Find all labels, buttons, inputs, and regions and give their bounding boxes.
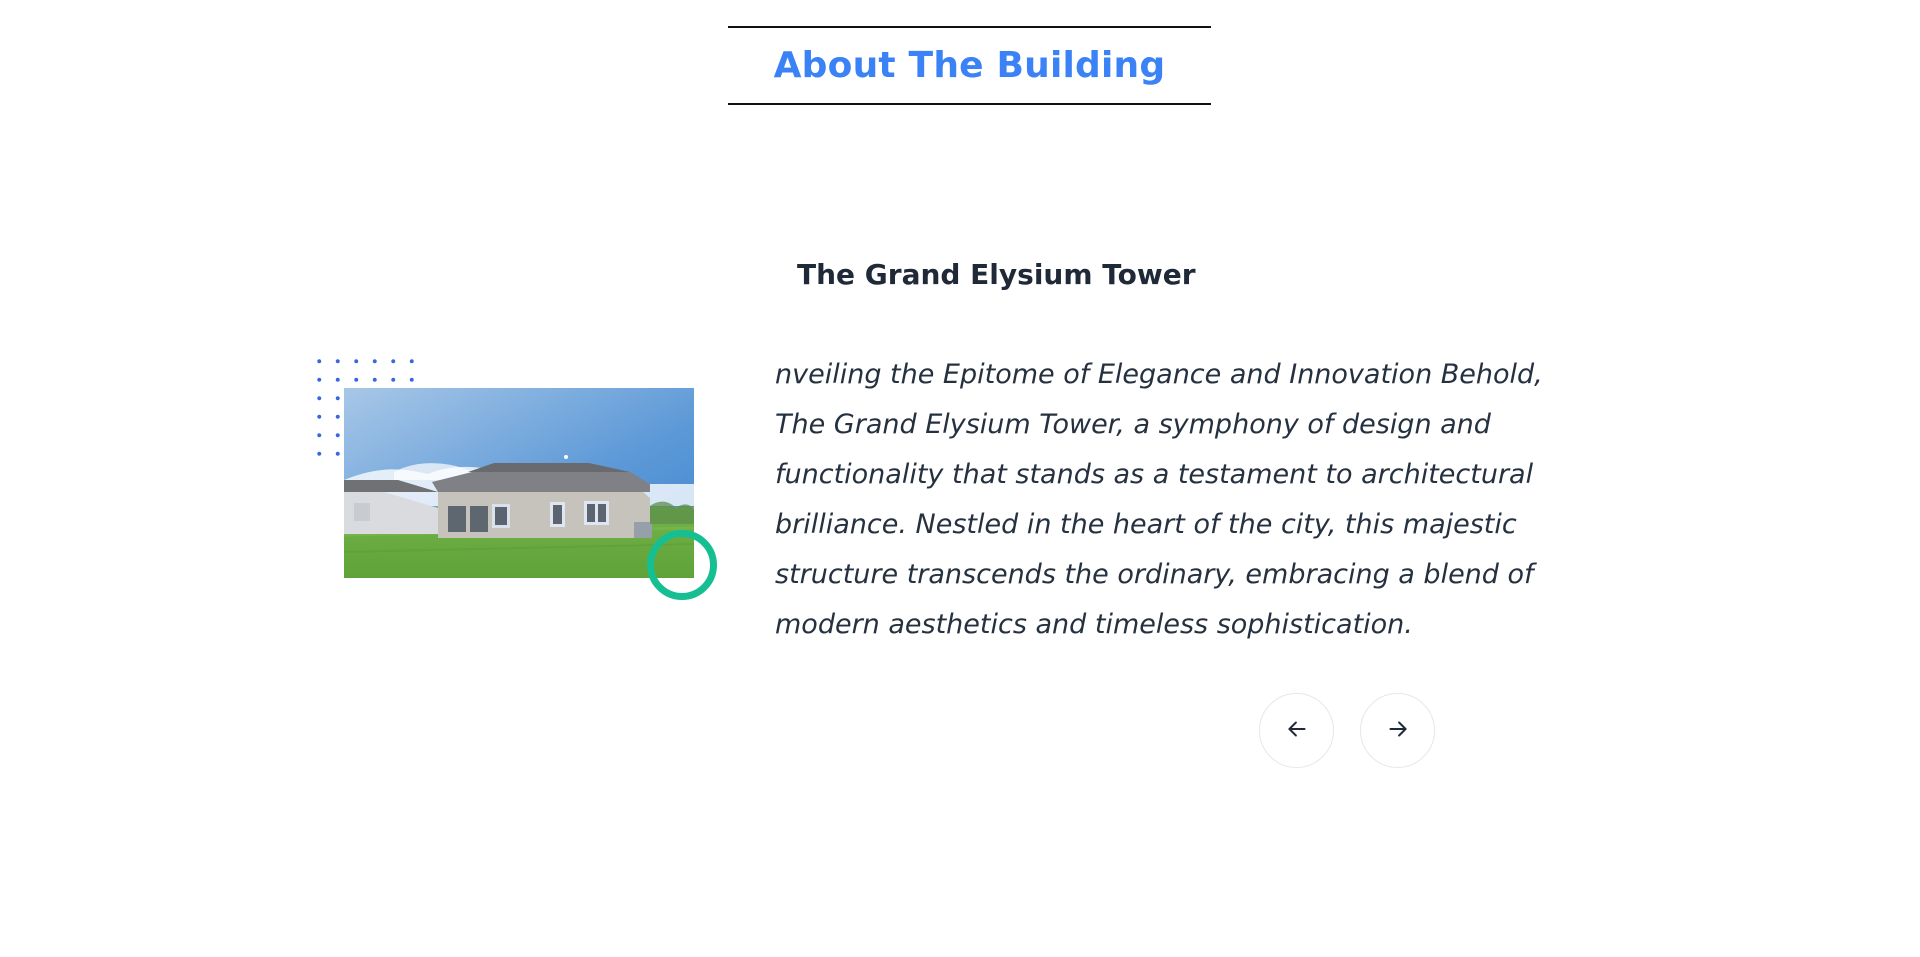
slide-title: The Grand Elysium Tower — [797, 258, 1196, 291]
section-title: About The Building — [773, 45, 1166, 86]
slide-description: nveiling the Epitome of Elegance and Inn… — [775, 359, 1543, 640]
arrow-right-icon — [1385, 716, 1411, 745]
ring-decoration — [647, 530, 717, 600]
next-slide-button[interactable] — [1360, 693, 1435, 768]
building-photo — [344, 388, 694, 578]
building-media — [310, 352, 730, 622]
previous-slide-button[interactable] — [1259, 693, 1334, 768]
section-header: About The Building — [728, 26, 1211, 105]
arrow-left-icon — [1284, 716, 1310, 745]
